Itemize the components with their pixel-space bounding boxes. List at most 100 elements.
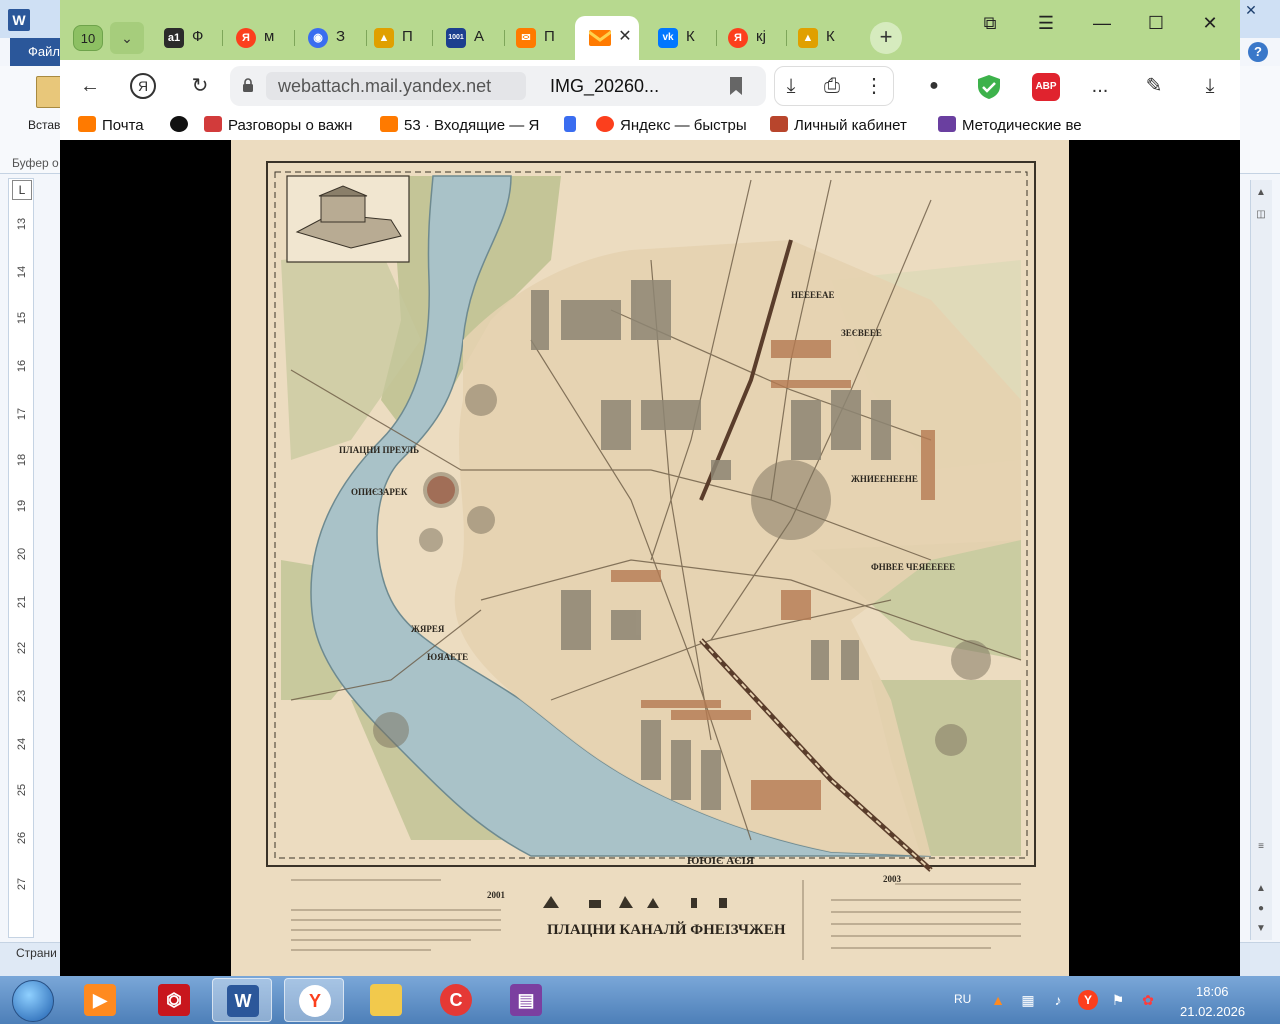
tab-counter[interactable]: 10	[73, 25, 103, 51]
tray-flower-icon[interactable]: ✿	[1138, 990, 1158, 1010]
map-image: ПЛАЦНИ ПРЕУЛЬ ОПИЄЗАРЕК ЖЯРЕЯ ЮЯАЕТЕ ФНВ…	[231, 140, 1069, 976]
ruler-number: 13	[16, 217, 28, 231]
ruler-number: 14	[16, 265, 28, 279]
browser-tab[interactable]: 1001 А	[440, 18, 498, 56]
bookmark-icon[interactable]	[728, 76, 744, 96]
downloads-icon[interactable]: ⤓	[1194, 72, 1226, 100]
word-close-peek[interactable]: ✕	[1240, 2, 1262, 20]
tab-separator	[294, 30, 295, 46]
taskbar-media-player[interactable]: ▶	[70, 978, 130, 1022]
map-label: ПЛАЦНИ ПРЕУЛЬ	[339, 445, 419, 455]
address-bar[interactable]: webattach.mail.yandex.net IMG_20260...	[230, 66, 766, 106]
next-page-icon[interactable]: ▼	[1252, 920, 1270, 938]
tab-favicon-icon: ◉	[308, 28, 328, 48]
notes-icon[interactable]: ✎	[1138, 72, 1170, 100]
back-icon[interactable]: ←	[74, 72, 106, 100]
word-logo-icon[interactable]: W	[8, 9, 30, 31]
bookmark-important-talks[interactable]: Разговоры о важн	[204, 115, 352, 137]
browser-toolbar: ← Я ↻ webattach.mail.yandex.net IMG_2026…	[60, 60, 1240, 112]
language-indicator[interactable]: RU	[954, 992, 971, 1006]
browser-tab[interactable]: ◉ З	[302, 18, 360, 56]
more-menu-icon[interactable]: ⋮	[858, 72, 890, 100]
protect-shield-icon[interactable]	[976, 74, 1002, 100]
network-icon[interactable]: ▦	[1018, 990, 1038, 1010]
browser-tab[interactable]: vk К	[652, 18, 710, 56]
scroll-up-icon[interactable]: ▲	[1252, 184, 1270, 202]
ruler-number: 15	[16, 311, 28, 325]
browser-tab-active[interactable]: ✕	[575, 16, 639, 60]
adblock-icon[interactable]: ABP	[1032, 73, 1060, 101]
action-center-flag-icon[interactable]: ⚑	[1108, 990, 1128, 1010]
lock-icon[interactable]	[242, 78, 254, 92]
winrar-icon: ▤	[510, 984, 542, 1016]
word-status-page[interactable]: Страни	[16, 946, 57, 960]
paste-icon[interactable]	[36, 76, 62, 108]
tab-list-chevron-icon[interactable]: ⌄	[110, 22, 144, 54]
tray-app-icon[interactable]: ▲	[988, 990, 1008, 1010]
word-vertical-scrollbar[interactable]	[1250, 180, 1272, 940]
browser-menu-icon[interactable]: ☰	[1026, 8, 1066, 38]
word-icon: W	[227, 985, 259, 1017]
volume-icon[interactable]: ♪	[1048, 990, 1068, 1010]
browse-object-icon[interactable]: ●	[1252, 900, 1270, 918]
bookmark-mail[interactable]: Почта	[78, 115, 144, 137]
bookmark-personal-cabinet[interactable]: Личный кабинет	[770, 115, 907, 137]
browser-tab[interactable]: ▲ К	[792, 18, 850, 56]
tab-title: кј	[756, 28, 766, 45]
browser-tab[interactable]: ▲ П	[368, 18, 426, 56]
scroll-thumb[interactable]: ≡	[1252, 838, 1270, 856]
browser-tab[interactable]: a1 Ф	[158, 18, 216, 56]
browser-tab[interactable]: ✉ П	[510, 18, 568, 56]
url-text[interactable]: webattach.mail.yandex.net	[278, 76, 491, 97]
yandex-tray-icon[interactable]: Y	[1078, 990, 1098, 1010]
mail-icon	[380, 116, 398, 132]
tab-title: Ф	[192, 28, 204, 45]
ruler-number: 19	[16, 499, 28, 513]
mail-icon	[78, 116, 96, 132]
start-button[interactable]	[12, 980, 54, 1022]
print-icon[interactable]: ⎙	[816, 72, 848, 100]
clock-time[interactable]: 18:06	[1196, 984, 1229, 999]
bookmark-inbox[interactable]: 53 · Входящие — Я	[380, 115, 539, 137]
bookmark-doc[interactable]	[564, 115, 582, 137]
collections-icon[interactable]: ⧉	[970, 8, 1010, 38]
new-tab-button[interactable]: +	[870, 22, 902, 54]
extension-bulb-icon[interactable]: ●	[918, 72, 950, 100]
taskbar-ccleaner[interactable]: C	[426, 978, 486, 1022]
tab-separator	[366, 30, 367, 46]
taskbar-word[interactable]: W	[212, 978, 272, 1022]
maximize-icon[interactable]: ☐	[1136, 8, 1176, 38]
compass-icon	[170, 116, 188, 132]
browser-tab[interactable]: Я м	[230, 18, 288, 56]
download-page-icon[interactable]: ⤓	[775, 72, 807, 100]
taskbar-yandex-browser[interactable]: Y	[284, 978, 344, 1022]
bookmark-icon-only[interactable]	[170, 115, 194, 137]
bookmarks-bar: Почта Разговоры о важн 53 · Входящие — Я…	[60, 112, 1240, 140]
mail-icon	[589, 30, 611, 46]
reload-icon[interactable]: ↻	[184, 72, 216, 100]
map-label: ФНВЕЕ ЧЕЯЕЕЕЕЕ	[871, 562, 955, 572]
more-extensions-icon[interactable]: ...	[1084, 72, 1116, 100]
tab-selector[interactable]: L	[12, 180, 32, 200]
close-tab-icon[interactable]: ✕	[615, 27, 635, 47]
bookmark-favicon-icon	[204, 116, 222, 132]
minimize-icon[interactable]: —	[1082, 8, 1122, 38]
taskbar-acrobat[interactable]: ⏣	[144, 978, 204, 1022]
taskbar-winrar[interactable]: ▤	[496, 978, 556, 1022]
clock-date[interactable]: 21.02.2026	[1180, 1004, 1245, 1019]
ruler-number: 22	[16, 641, 28, 655]
paste-label[interactable]: Встав	[28, 118, 60, 132]
prev-page-icon[interactable]: ▲	[1252, 880, 1270, 898]
bookmark-methodical[interactable]: Методические ве	[938, 115, 1096, 137]
browser-tab[interactable]: Я кј	[722, 18, 780, 56]
taskbar-explorer[interactable]	[356, 978, 416, 1022]
word-file-tab[interactable]: Файл	[10, 38, 62, 66]
ccleaner-icon: C	[440, 984, 472, 1016]
close-window-icon[interactable]: ✕	[1190, 8, 1230, 38]
ruler-number: 25	[16, 783, 28, 797]
yandex-home-icon[interactable]: Я	[130, 73, 156, 99]
tab-title: м	[264, 28, 275, 45]
bookmark-yandex[interactable]: Яндекс — быстры	[596, 115, 747, 137]
view-ruler-icon[interactable]: ◫	[1252, 206, 1270, 224]
word-help-icon[interactable]: ?	[1248, 42, 1268, 62]
